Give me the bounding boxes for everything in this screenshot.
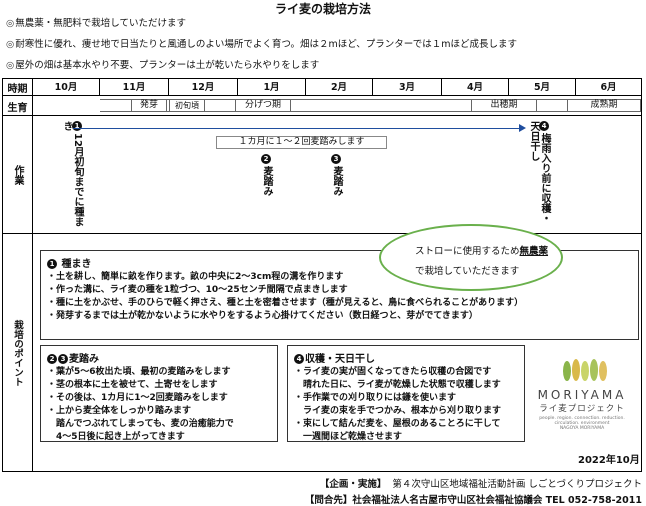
footer-contact-label: 【問合先】 xyxy=(304,495,353,506)
treading-line: ・上から麦全体をしっかり踏みます xyxy=(47,406,192,416)
harvest-line: 晴れた日に、ライ麦が乾燥した状態で収穫します xyxy=(294,380,501,390)
month-cell: 5月 xyxy=(509,79,576,96)
growth-row: 生育 発芽 初旬頃 分げつ期 出穂期 成熟期 xyxy=(3,96,641,116)
growth-span-line xyxy=(291,99,471,112)
number-4-icon: 4 xyxy=(539,121,549,131)
harvest-title: 収穫・天日干し xyxy=(305,354,375,365)
treading-line: 踏んでつぶれてしまっても、麦の治癒能力で xyxy=(47,419,234,429)
month-cell: 4月 xyxy=(442,79,509,96)
logo-tagline-3: NAGOYA MORIYAMA xyxy=(559,426,605,431)
work-row: 作業 112月初旬までに種まき 2 麦踏み 3 麦踏み 4梅雨入り前に収穫・天日干し xyxy=(3,116,641,233)
sowing-line: ・作った溝に、ライ麦の種を1粒づつ、10～25センチ間隔で点まきします xyxy=(47,285,348,295)
harvest-line: 一週間ほど乾燥させます xyxy=(294,432,403,442)
task-treading-2: 3 麦踏み xyxy=(331,154,342,229)
moriyama-logo: MORIYAMA ライ麦プロジェクト people. region. conne… xyxy=(527,355,637,455)
treading-line: ・葉が5～6枚出た頃、最初の麦踏みをします xyxy=(47,367,231,377)
sowing-line: ・発芽するまでは土が乾かないように水やりをするよう心掛けてください（数日経つと、… xyxy=(47,311,478,321)
schedule-table: 時期 10月 11月 12月 1月 2月 3月 4月 5月 6月 生育 発芽 初… xyxy=(2,78,642,234)
bullet-mark: ◎ xyxy=(6,39,15,50)
bullet-mark: ◎ xyxy=(6,60,15,71)
harvest-line: ・束にして結んだ麦を、屋根のあることろに干して xyxy=(294,419,501,429)
intro-line-3: ◎屋外の畑は基本水やり不要、プランターは土が乾いたら水やりをします xyxy=(6,57,319,71)
month-cell: 12月 xyxy=(169,79,238,96)
work-header-text: 作業 xyxy=(12,164,23,185)
points-header: 栽培のポイント xyxy=(3,234,33,472)
stage-early: 初旬頃 xyxy=(169,99,205,112)
treading-line: ・その後は、1カ月に1～2回麦踏みをします xyxy=(47,393,228,403)
rye-grain-icon xyxy=(563,359,607,381)
intro-line-1: ◎無農薬・無肥料で栽培していただけます xyxy=(6,15,186,29)
sowing-title: 種まき xyxy=(61,259,92,270)
footer-plan-label: 【企画・実施】 xyxy=(319,479,387,490)
intro-text: 無農薬・無肥料で栽培していただけます xyxy=(15,18,187,29)
month-cell: 3月 xyxy=(373,79,442,96)
task-text: 麦踏み xyxy=(261,166,272,196)
month-cell: 1月 xyxy=(238,79,306,96)
number-2-icon: 2 xyxy=(47,354,57,364)
treading-heading: 2 3 麦踏み xyxy=(47,350,271,365)
number-3-icon: 3 xyxy=(58,354,68,364)
footer-contact-text: 社会福祉法人名古屋市守山区社会福祉協議会 TEL 052-758-2011 xyxy=(352,495,642,506)
task-text: 12月初旬までに種まき xyxy=(61,121,83,227)
logo-name: MORIYAMA xyxy=(537,388,627,402)
harvest-line: ライ麦の束を手でつかみ、根本から刈り取ります xyxy=(294,406,502,416)
treading-box: 2 3 麦踏み ・葉が5～6枚出た頃、最初の麦踏みをします ・茎の根本に土を被せて、… xyxy=(40,345,278,442)
intro-line-2: ◎耐寒性に優れ、痩せ地で日当たりと風通しのよい場所でよく育つ。畑は２mほど、プラ… xyxy=(6,36,517,50)
no-pesticide-note: ストローに使用するため無農薬 で栽培していただきます xyxy=(379,224,563,291)
harvest-line: ・ライ麦の実が固くなってきたら収穫の合図です xyxy=(294,367,492,377)
monthly-treading-note: １カ月に１～２回麦踏みします xyxy=(216,136,387,149)
month-header: 時期 xyxy=(3,79,33,96)
growth-span-line xyxy=(537,99,567,112)
month-cell: 2月 xyxy=(306,79,373,96)
footer-plan-text: 第４次守山区地域福祉活動計画 しごとづくりプロジェクト xyxy=(392,479,642,490)
harvest-box: 4 収穫・天日干し ・ライ麦の実が固くなってきたら収穫の合図です 晴れた日に、ライ… xyxy=(287,345,525,442)
month-cell: 11月 xyxy=(100,79,169,96)
stage-tillering: 分げつ期 xyxy=(235,99,291,112)
bullet-mark: ◎ xyxy=(6,18,15,29)
issue-date: 2022年10月 xyxy=(578,455,640,466)
note-line-2: で栽培していただきます xyxy=(415,266,520,277)
stage-heading: 出穂期 xyxy=(471,99,537,112)
note-line-1: ストローに使用するため無農薬 xyxy=(415,246,549,257)
footer-contact: 【問合先】社会福祉法人名古屋市守山区社会福祉協議会 TEL 052-758-20… xyxy=(0,492,642,506)
points-header-text: 栽培のポイント xyxy=(12,319,23,387)
month-cell: 10月 xyxy=(33,79,100,96)
task-text: 麦踏み xyxy=(331,166,342,196)
month-cell: 6月 xyxy=(600,82,617,93)
number-2-icon: 2 xyxy=(261,154,271,164)
footer-plan: 【企画・実施】 第４次守山区地域福祉活動計画 しごとづくりプロジェクト xyxy=(0,476,642,490)
growth-header: 生育 xyxy=(3,96,33,116)
task-treading-1: 2 麦踏み xyxy=(261,154,272,229)
number-3-icon: 3 xyxy=(331,154,341,164)
task-harvest: 4梅雨入り前に収穫・天日干し xyxy=(528,121,550,231)
treading-line: 4～5日後に起き上がってきます xyxy=(47,432,185,442)
month-row: 時期 10月 11月 12月 1月 2月 3月 4月 5月 6月 xyxy=(3,79,641,96)
work-header: 作業 xyxy=(3,116,33,233)
stage-ripening: 成熟期 xyxy=(567,99,641,112)
stage-germination: 発芽 xyxy=(131,99,167,112)
harvest-heading: 4 収穫・天日干し xyxy=(294,350,518,365)
arrow-right-icon xyxy=(519,124,526,132)
intro-text: 耐寒性に優れ、痩せ地で日当たりと風通しのよい場所でよく育つ。畑は２mほど、プラン… xyxy=(15,39,517,50)
treading-title: 麦踏み xyxy=(69,354,99,365)
number-1-icon: 1 xyxy=(72,121,82,131)
timeline-arrow-line xyxy=(73,128,521,129)
task-text: 梅雨入り前に収穫・天日干し xyxy=(528,121,550,223)
growth-span-line xyxy=(100,99,236,112)
harvest-line: ・手作業での刈り取りには鎌を使います xyxy=(294,393,457,403)
logo-sub: ライ麦プロジェクト xyxy=(539,404,625,414)
treading-line: ・茎の根本に土を被せて、土寄せをします xyxy=(47,380,218,390)
note-emphasis: 無農薬 xyxy=(519,246,549,257)
number-1-icon: 1 xyxy=(47,259,57,269)
task-sowing: 112月初旬までに種まき xyxy=(61,121,83,231)
number-4-icon: 4 xyxy=(294,354,304,364)
sowing-line: ・種に土をかぶせ、手のひらで軽く押さえ、種と土を密着させます（種が見えると、鳥に… xyxy=(47,298,524,308)
intro-text: 屋外の畑は基本水やり不要、プランターは土が乾いたら水やりをします xyxy=(15,60,320,71)
